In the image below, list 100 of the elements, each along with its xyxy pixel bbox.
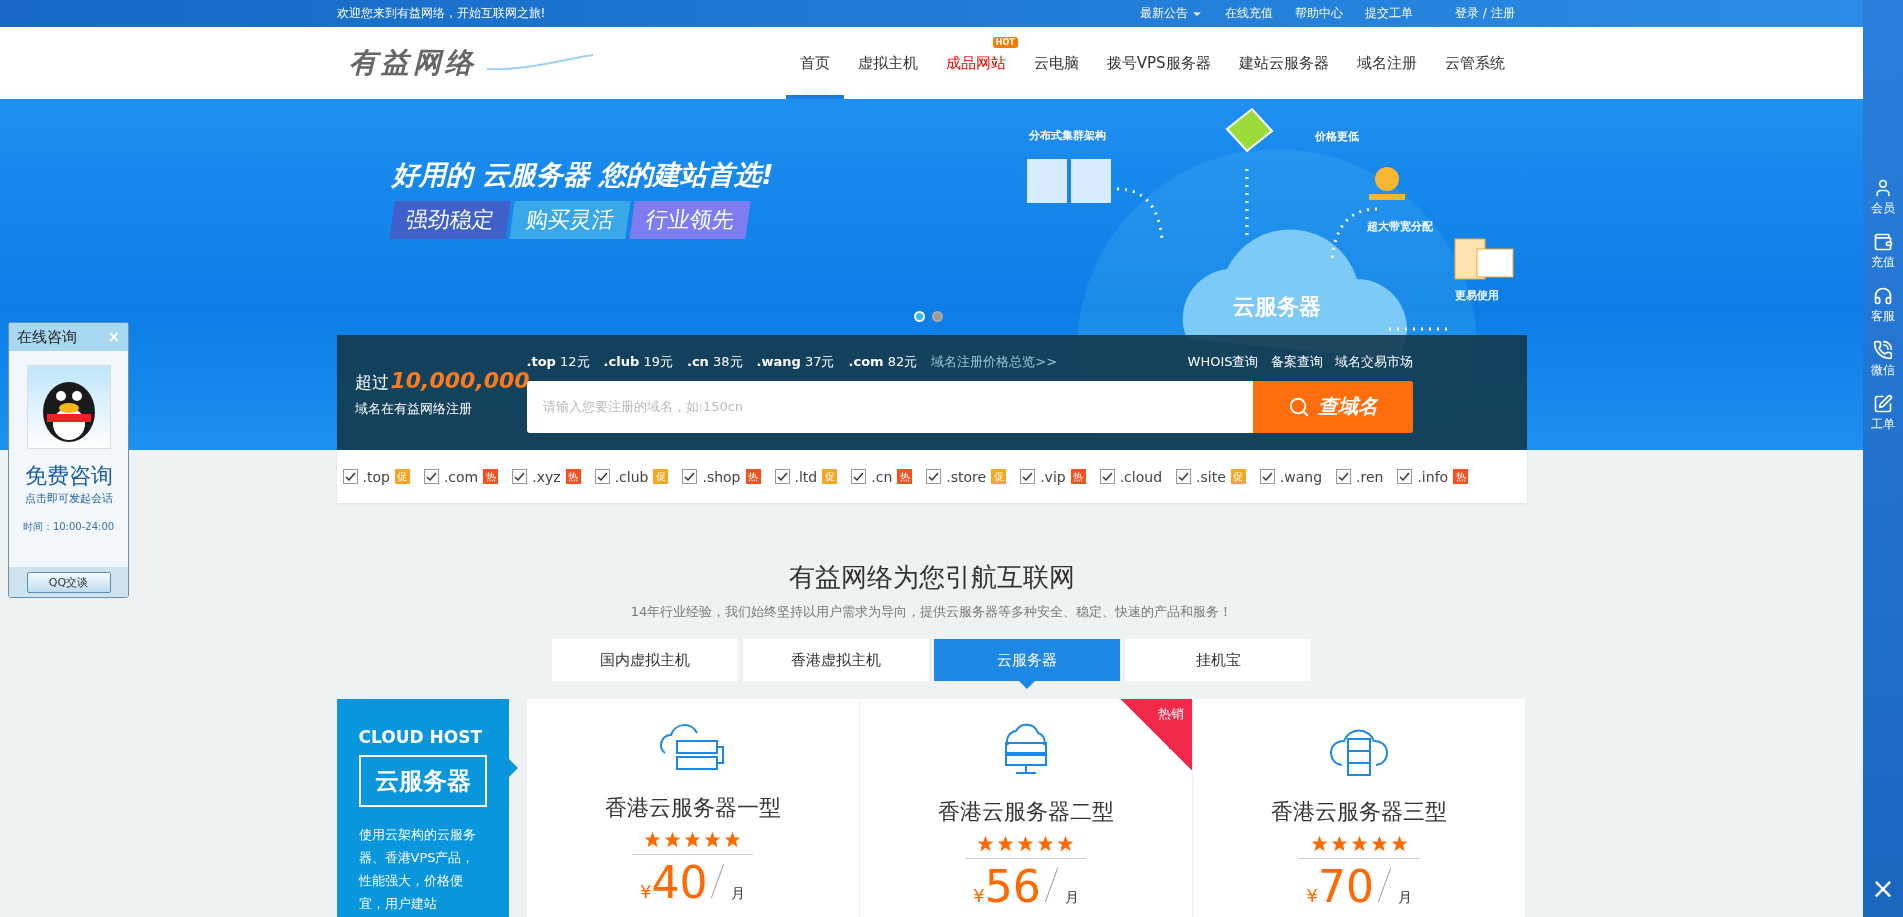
price-unit: 月 — [1398, 889, 1413, 907]
nav-item[interactable]: 云电脑 — [1019, 27, 1093, 99]
domain-tool-link[interactable]: WHOIS查询 — [1187, 352, 1259, 371]
hot-badge: HOT — [992, 37, 1018, 48]
side-bar-item[interactable]: 客服 — [1871, 286, 1895, 325]
extension-label: .com — [443, 468, 479, 485]
product-tab[interactable]: 香港虚拟主机 — [743, 639, 929, 681]
extension-label: .shop — [702, 468, 741, 485]
currency-sign: ¥ — [1306, 885, 1319, 906]
count-prefix: 超过 — [354, 370, 389, 394]
side-bar-item[interactable]: 工单 — [1871, 394, 1895, 433]
extension-tag: 促 — [822, 469, 838, 484]
nav-item[interactable]: 拨号VPS服务器 — [1092, 27, 1225, 99]
checkbox[interactable] — [926, 469, 942, 484]
extension-label: .wang — [1279, 468, 1323, 485]
product-price: 40 — [651, 857, 708, 908]
price-overview-link[interactable]: 域名注册价格总览>> — [931, 352, 1058, 371]
checkbox[interactable] — [774, 469, 790, 484]
checkbox[interactable] — [1176, 469, 1192, 484]
checkbox[interactable] — [1397, 469, 1413, 484]
side-bar-item[interactable]: 微信 — [1871, 340, 1895, 379]
side-bar-close-button[interactable]: × — [1871, 872, 1895, 905]
extension-tag: 促 — [991, 469, 1007, 484]
side-bar-item[interactable]: 会员 — [1871, 178, 1895, 217]
side-bar-item[interactable]: 充值 — [1871, 232, 1895, 271]
product-card[interactable]: 热销 香港云服务器二型 ¥56 月 — [859, 699, 1194, 917]
domain-price: .club 19元 — [603, 352, 673, 371]
chat-hours: 时间：10:00-24:00 — [22, 520, 115, 534]
diagram-label: 价格更低 — [1314, 130, 1359, 143]
nav-item[interactable]: HOT 成品网站 — [931, 27, 1020, 99]
welcome-text: 欢迎您来到有益网络，开始互联网之旅! — [336, 5, 546, 22]
star-icon — [1310, 835, 1328, 852]
checkbox[interactable] — [594, 469, 610, 484]
top-link[interactable]: 最新公告 — [1139, 5, 1203, 22]
banner-headline: 好用的 云服务器 您的建站首选! — [391, 158, 774, 192]
currency-sign: ¥ — [973, 885, 985, 906]
nav-item[interactable]: 域名注册 — [1342, 27, 1431, 99]
star-icon — [1390, 835, 1408, 852]
star-icon — [1350, 835, 1368, 852]
section-subtitle: 14年行业经验，我们始终坚持以用户需求为导向，提供云服务器等多种安全、稳定、快速的产品和服务！ — [630, 603, 1233, 621]
extension-tag: 促 — [394, 469, 410, 484]
currency-sign: ¥ — [639, 881, 652, 902]
checkbox[interactable] — [512, 469, 528, 484]
count-subtitle: 域名在有益网络注册 — [354, 399, 473, 418]
product-name: 香港云服务器二型 — [938, 798, 1114, 826]
extension-tag: 热 — [897, 469, 913, 484]
extension-tag: 热 — [483, 469, 499, 484]
extension-tag: 热 — [565, 469, 581, 484]
nav-item[interactable]: 建站云服务器 — [1224, 27, 1343, 99]
domain-price: .cn 38元 — [686, 352, 743, 371]
checkbox[interactable] — [423, 469, 439, 484]
price-unit: 月 — [731, 885, 746, 903]
extension-label: .xyz — [532, 468, 561, 485]
diagram-title: 云服务器 — [1232, 294, 1321, 319]
product-card[interactable]: 香港云服务器一型 ¥40 月 — [526, 699, 860, 917]
extension-label: .cn — [871, 468, 893, 485]
extension-label: .store — [946, 468, 987, 485]
extension-label: .club — [614, 468, 649, 485]
banner-tag: 强劲稳定 — [388, 201, 511, 239]
search-icon — [1287, 395, 1310, 418]
top-link[interactable]: 提交工单 — [1364, 5, 1413, 22]
nav-item[interactable]: 云管系统 — [1430, 27, 1519, 99]
domain-tool-link[interactable]: 备案查询 — [1270, 352, 1323, 371]
product-card[interactable]: 香港云服务器三型 ¥70 月 — [1193, 699, 1527, 917]
extension-label: .ren — [1356, 468, 1384, 485]
nav-item[interactable]: 虚拟主机 — [843, 27, 932, 99]
extension-label: .vip — [1040, 468, 1066, 485]
checkbox[interactable] — [342, 469, 358, 484]
checkbox[interactable] — [1020, 469, 1036, 484]
price-unit: 月 — [1064, 889, 1079, 907]
product-tab[interactable]: 云服务器 — [934, 639, 1120, 681]
checkbox[interactable] — [1336, 469, 1352, 484]
extension-label: .cloud — [1119, 468, 1163, 485]
login-link[interactable]: 登录 / 注册 — [1454, 5, 1515, 22]
extension-label: .info — [1417, 468, 1449, 485]
product-tab[interactable]: 挂机宝 — [1125, 639, 1311, 681]
star-icon — [977, 835, 995, 852]
checkbox[interactable] — [1259, 469, 1275, 484]
product-name: 香港云服务器三型 — [1271, 798, 1448, 826]
qq-chat-button[interactable]: QQ交谈 — [26, 571, 111, 593]
extension-tag: 热 — [1453, 469, 1469, 484]
checkbox[interactable] — [1099, 469, 1115, 484]
star-icon — [644, 831, 662, 848]
logo-text[interactable]: 有益网络 — [348, 44, 477, 82]
chat-headline: 免费咨询 — [24, 462, 113, 490]
star-icon — [1017, 835, 1035, 852]
carousel-dot[interactable] — [931, 311, 943, 322]
diagram-label: 超大带宽分配 — [1366, 220, 1433, 233]
banner-tag: 行业领先 — [628, 201, 751, 239]
checkbox[interactable] — [851, 469, 867, 484]
extension-label: .site — [1196, 468, 1226, 485]
product-tab[interactable]: 国内虚拟主机 — [552, 639, 738, 681]
top-link[interactable]: 帮助中心 — [1294, 5, 1343, 22]
checkbox[interactable] — [682, 469, 698, 484]
star-icon — [1330, 835, 1348, 852]
domain-tool-link[interactable]: 域名交易市场 — [1334, 352, 1413, 371]
phone-icon — [1873, 340, 1893, 360]
top-link[interactable]: 在线充值 — [1224, 5, 1273, 22]
product-price: 56 — [984, 861, 1041, 912]
edit-icon — [1873, 394, 1893, 414]
